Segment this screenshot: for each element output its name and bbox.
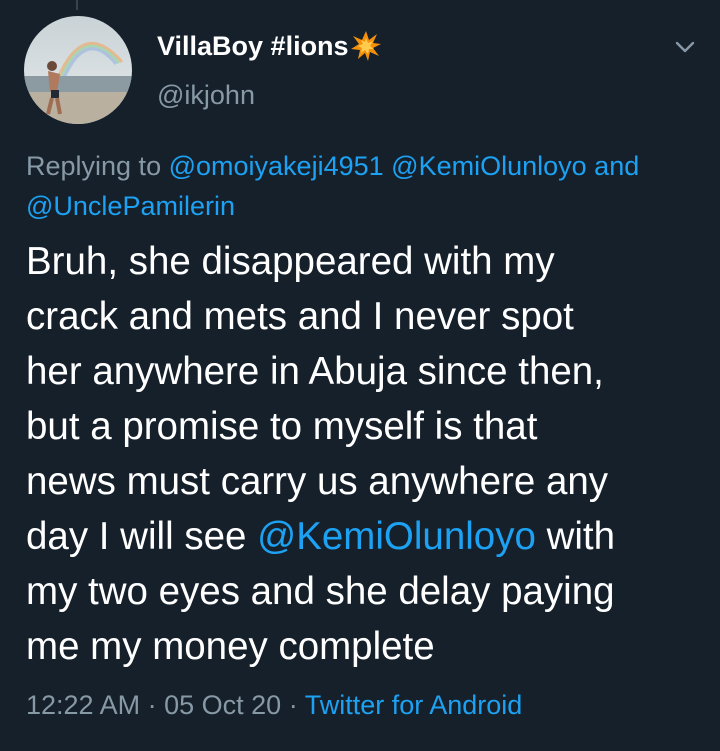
mention-omoiyakeji4951[interactable]: @omoiyakeji4951	[169, 151, 384, 181]
tweet-line: crack and mets and I never spot	[26, 295, 574, 338]
thread-connector-line	[76, 0, 78, 10]
meta-separator: ·	[288, 690, 298, 720]
replying-to-and[interactable]: and	[594, 151, 639, 181]
chevron-down-icon[interactable]	[674, 36, 696, 58]
replying-to-label: Replying to	[26, 151, 162, 181]
tweet-line: her anywhere in Abuja since then,	[26, 350, 604, 393]
tweet-time[interactable]: 12:22 AM	[26, 690, 140, 720]
tweet-line: day I will see @KemiOlunloyo with	[26, 509, 716, 564]
avatar[interactable]	[24, 16, 132, 124]
tweet-line: news must carry us anywhere any	[26, 460, 609, 503]
author-name-text: VillaBoy #lions	[157, 30, 349, 61]
tweet-date[interactable]: 05 Oct 20	[164, 690, 281, 720]
tweet-line: my two eyes and she delay paying	[26, 570, 615, 613]
tweet-line: me my money complete	[26, 625, 435, 668]
meta-separator: ·	[147, 690, 157, 720]
avatar-photo	[24, 16, 132, 124]
tweet-line: but a promise to myself is that	[26, 405, 538, 448]
tweet-line: Bruh, she disappeared with my	[26, 240, 555, 283]
collision-emoji-icon	[350, 31, 381, 61]
tweet-source-link[interactable]: Twitter for Android	[305, 690, 523, 720]
mention-unclepamilerin[interactable]: @UnclePamilerin	[26, 191, 235, 221]
mention-kemiolunloyo-inline[interactable]: @KemiOlunloyo	[257, 515, 536, 558]
tweet-body: Bruh, she disappeared with my crack and …	[26, 234, 716, 674]
tweet-meta: 12:22 AM · 05 Oct 20 · Twitter for Andro…	[26, 690, 522, 721]
tweet-text-segment: day I will see	[26, 515, 247, 558]
replying-to: Replying to @omoiyakeji4951 @KemiOlunloy…	[26, 146, 706, 226]
author-handle[interactable]: @ikjohn	[157, 80, 255, 111]
tweet-text-segment: with	[546, 515, 616, 558]
mention-kemiolunloyo[interactable]: @KemiOlunloyo	[391, 151, 587, 181]
author-display-name[interactable]: VillaBoy #lions	[157, 30, 382, 62]
